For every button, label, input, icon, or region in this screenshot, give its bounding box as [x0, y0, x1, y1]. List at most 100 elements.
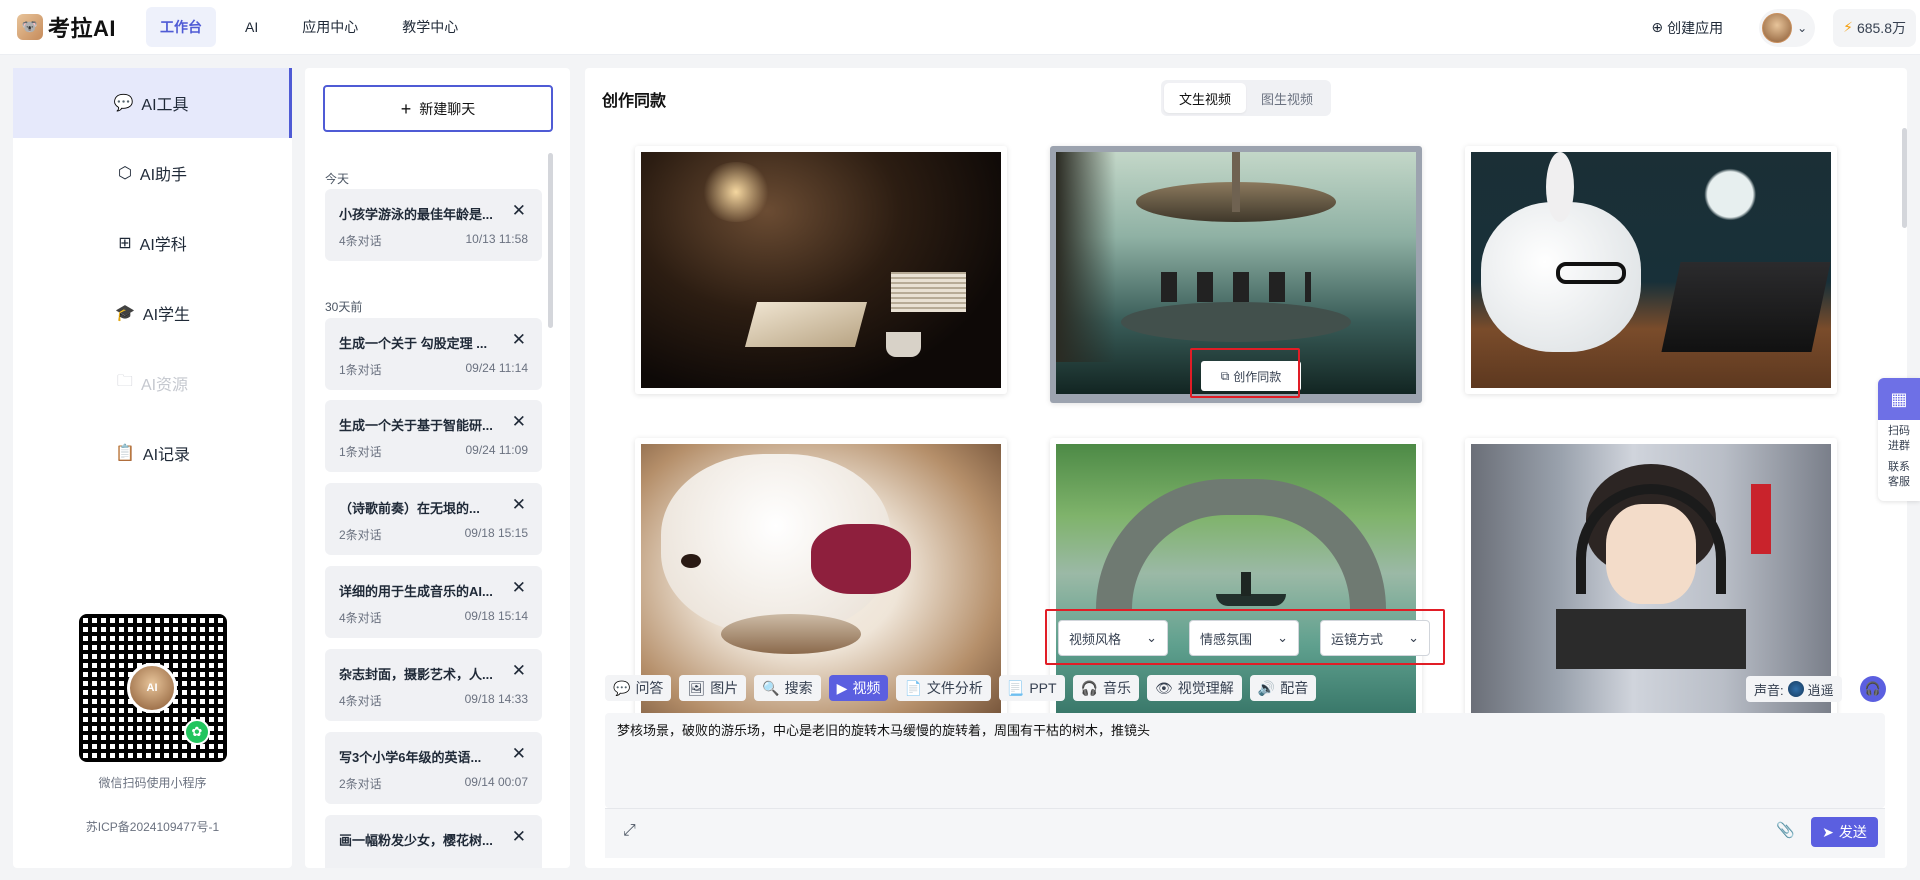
tool-file-analysis[interactable]: 📄 文件分析 [896, 675, 991, 701]
nav-ai[interactable]: AI [230, 7, 273, 47]
close-icon[interactable]: ✕ [512, 828, 526, 845]
list-item[interactable]: 小孩学游泳的最佳年龄是... 4条对话 10/13 11:58 ✕ [325, 189, 542, 261]
red-scarf [811, 524, 911, 594]
list-item[interactable]: 画一幅粉发少女，樱花树... ✕ [325, 815, 542, 868]
ppt-icon: 📃 [1006, 679, 1025, 696]
top-header: 🐨 考拉AI 工作台 AI 应用中心 教学中心 ⊕ 创建应用 ⌄ ⚡ 685.8… [0, 0, 1920, 55]
tool-label: 配音 [1280, 680, 1309, 696]
attach-file-icon[interactable]: 📎 [1776, 821, 1795, 839]
create-app-button[interactable]: ⊕ 创建应用 [1651, 18, 1723, 38]
gallery-card[interactable] [635, 146, 1007, 394]
float-text: 客服 [1888, 476, 1910, 488]
contact-float-panel[interactable]: ▦ 扫码 进群 联系 客服 [1878, 378, 1920, 501]
close-icon[interactable]: ✕ [512, 202, 526, 219]
puppy-nose [681, 554, 701, 568]
close-icon[interactable]: ✕ [512, 579, 526, 596]
gallery-card[interactable] [1465, 146, 1837, 394]
sidebar-item-ai-subject[interactable]: ⊞ AI学科 [13, 208, 292, 278]
chat-title: 小孩学游泳的最佳年龄是... [339, 207, 493, 222]
list-item[interactable]: 写3个小学6年级的英语... 2条对话 09/14 00:07 ✕ [325, 732, 542, 804]
list-item[interactable]: 生成一个关于基于智能研... 1条对话 09/24 11:09 ✕ [325, 400, 542, 472]
voice-avatar [1787, 681, 1804, 697]
new-chat-label: 新建聊天 [419, 100, 476, 117]
camera-movement-dropdown[interactable]: 运镜方式 ⌄ [1320, 620, 1430, 656]
gallery-card[interactable]: ⧉ 创作同款 [1050, 146, 1422, 403]
prompt-text[interactable]: 梦核场景，破败的游乐场，中心是老旧的旋转木马缓慢的旋转着，周围有干枯的树木，推镜… [617, 722, 1150, 740]
chat-count: 4条对话 [339, 694, 382, 708]
headphones-icon: 🎧 [1080, 679, 1098, 696]
chat-history-panel: + 新建聊天 今天 小孩学游泳的最佳年龄是... 4条对话 10/13 11:58… [305, 68, 570, 868]
close-icon[interactable]: ✕ [512, 331, 526, 348]
credits-badge[interactable]: ⚡ 685.8万 [1833, 8, 1916, 47]
copy-icon: ⧉ [1220, 368, 1230, 383]
tool-label: 音乐 [1102, 680, 1131, 696]
list-item[interactable]: 杂志封面，摄影艺术，人... 4条对话 09/18 14:33 ✕ [325, 649, 542, 721]
gallery-scrollbar[interactable] [1902, 128, 1907, 228]
sidebar-item-ai-records[interactable]: 📋 AI记录 [13, 418, 292, 488]
chat-time: 09/18 15:14 [464, 609, 528, 623]
send-label: 发送 [1838, 824, 1867, 840]
mini-program-icon: ✿ [184, 719, 210, 745]
chat-time: 09/18 15:15 [464, 526, 528, 540]
laptop [1661, 262, 1831, 352]
emotion-dropdown[interactable]: 情感氛围 ⌄ [1189, 620, 1299, 656]
speaker-icon: 🔊 [1257, 679, 1276, 696]
tab-image-to-video[interactable]: 图生视频 [1246, 83, 1328, 113]
chat-count: 4条对话 [339, 611, 382, 625]
lightning-icon: ⚡ [1843, 19, 1853, 35]
chat-time: 09/14 00:07 [464, 775, 528, 789]
rabbit-ear [1546, 152, 1574, 222]
rabbit-laptop-image [1471, 152, 1831, 388]
tool-qa[interactable]: 💬 问答 [605, 675, 672, 701]
close-icon[interactable]: ✕ [512, 496, 526, 513]
tab-text-to-video[interactable]: 文生视频 [1164, 83, 1246, 113]
list-item[interactable]: 生成一个关于 勾股定理 ... 1条对话 09/24 11:14 ✕ [325, 318, 542, 390]
send-button[interactable]: ➤ 发送 [1811, 817, 1878, 847]
sidebar-item-ai-student[interactable]: 🎓 AI学生 [13, 278, 292, 348]
video-icon: ▶ [836, 679, 848, 696]
list-item[interactable]: （诗歌前奏）在无垠的... 2条对话 09/18 15:15 ✕ [325, 483, 542, 555]
tool-dubbing[interactable]: 🔊 配音 [1249, 675, 1317, 701]
boat [1216, 594, 1286, 606]
chevron-down-icon: ⌄ [1277, 630, 1288, 645]
cube-icon: ⬡ [117, 165, 132, 182]
open-book [744, 302, 868, 347]
close-icon[interactable]: ✕ [512, 745, 526, 762]
close-icon[interactable]: ✕ [512, 413, 526, 430]
chat-list-scrollbar[interactable] [548, 153, 553, 328]
tool-video[interactable]: ▶ 视频 [828, 675, 889, 701]
nav-workbench[interactable]: 工作台 [146, 7, 217, 47]
create-app-label: 创建应用 [1667, 19, 1724, 36]
clipboard-icon: 📋 [114, 445, 135, 462]
sidebar-item-label: AI工具 [141, 97, 189, 114]
tool-ppt[interactable]: 📃 PPT [998, 675, 1065, 701]
nav-teaching-center[interactable]: 教学中心 [387, 7, 473, 47]
new-chat-button[interactable]: + 新建聊天 [323, 85, 553, 132]
headset-icon[interactable]: 🎧 [1860, 676, 1886, 702]
user-menu[interactable]: ⌄ [1759, 8, 1816, 47]
expand-icon[interactable]: ⤢ [623, 822, 636, 840]
search-icon: 🔍 [762, 679, 780, 696]
sidebar-item-ai-assistant[interactable]: ⬡ AI助手 [13, 138, 292, 208]
close-icon[interactable]: ✕ [512, 662, 526, 679]
plus-circle-icon: ⊕ [1651, 19, 1664, 35]
prompt-footer [605, 808, 1885, 858]
icp-record[interactable]: 苏ICP备2024109477号-1 [13, 818, 292, 835]
sidebar-item-ai-tools[interactable]: 💬 AI工具 [13, 68, 292, 138]
chat-title: 杂志封面，摄影艺术，人... [339, 667, 493, 682]
list-item[interactable]: 详细的用于生成音乐的AI... 4条对话 09/18 15:14 ✕ [325, 566, 542, 638]
chat-title: 画一幅粉发少女，樱花树... [339, 833, 493, 848]
mode-tabs: 文生视频 图生视频 [1161, 80, 1331, 116]
voice-selector[interactable]: 声音: 逍遥 [1746, 676, 1842, 702]
video-style-dropdown[interactable]: 视频风格 ⌄ [1058, 620, 1168, 656]
sidebar-item-label: AI学科 [139, 237, 187, 254]
tool-label: 视频 [852, 680, 881, 696]
tool-search[interactable]: 🔍 搜索 [754, 675, 821, 701]
brand-logo[interactable]: 🐨 考拉AI [17, 0, 116, 55]
nav-app-center[interactable]: 应用中心 [287, 7, 373, 47]
tool-image[interactable]: 🖼 图片 [679, 675, 747, 701]
create-similar-button[interactable]: ⧉ 创作同款 [1201, 361, 1301, 391]
qr-scan-icon: ▦ [1878, 378, 1920, 420]
tool-vision[interactable]: 👁 视觉理解 [1146, 675, 1242, 701]
tool-music[interactable]: 🎧 音乐 [1072, 675, 1139, 701]
